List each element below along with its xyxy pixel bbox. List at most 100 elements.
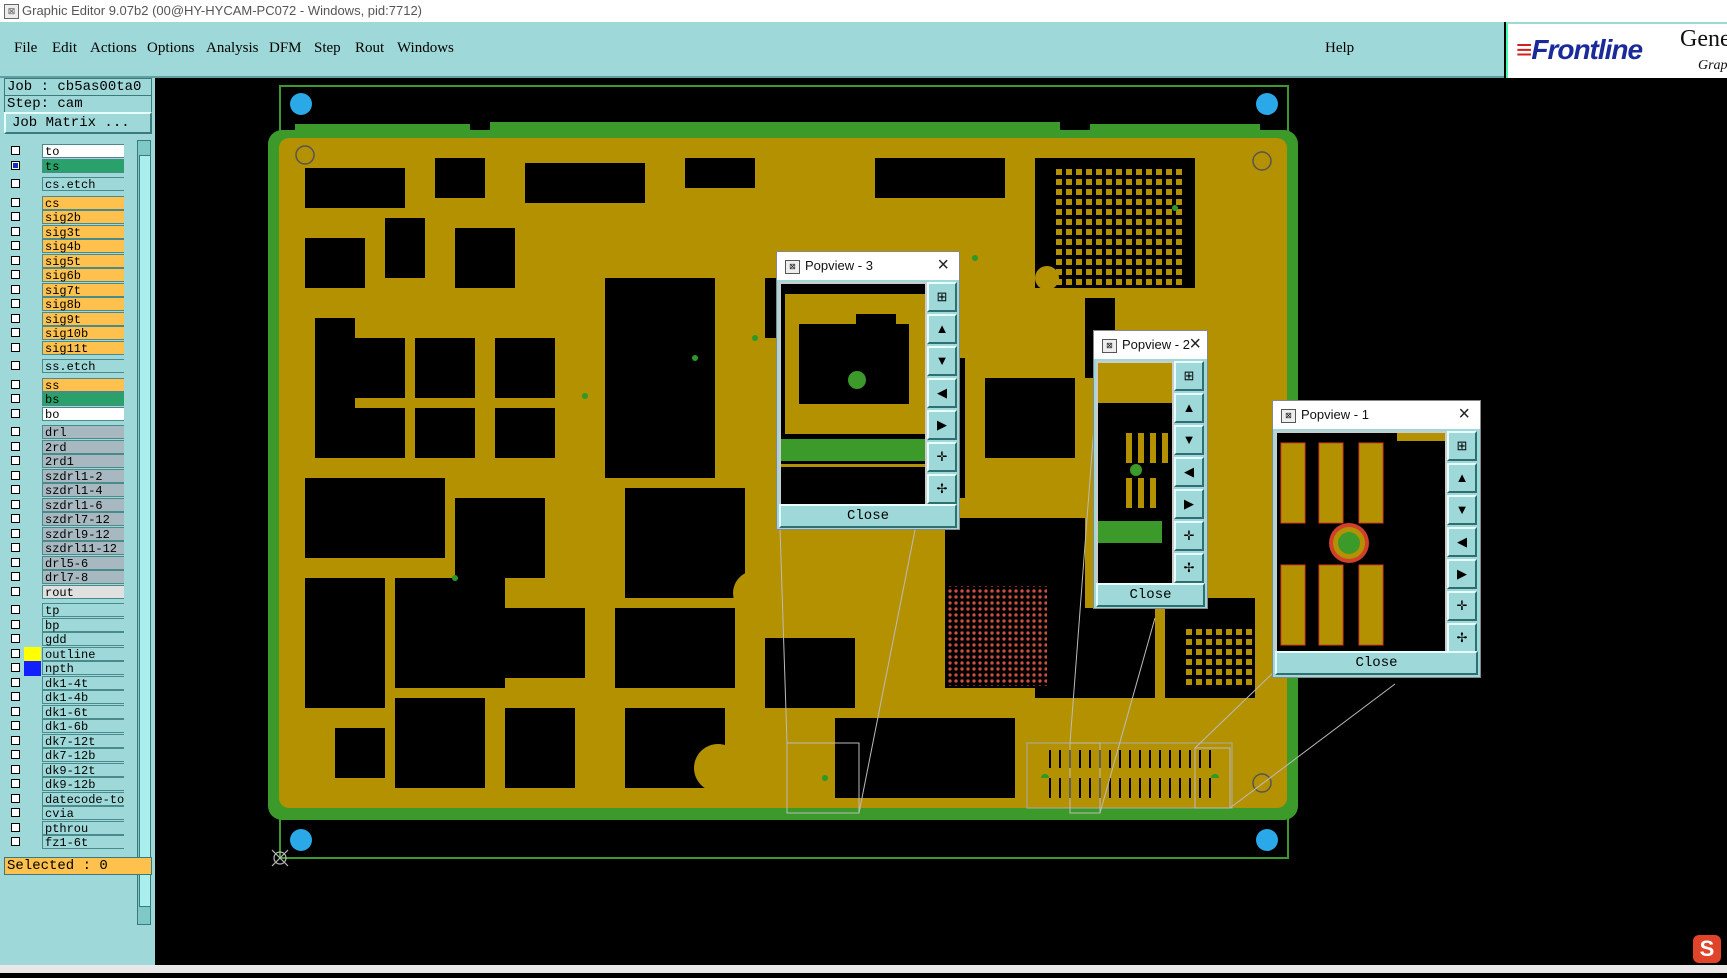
layer-color-swatch[interactable] (24, 821, 41, 836)
layer-name[interactable]: 2rd1 (42, 454, 124, 469)
layer-color-swatch[interactable] (24, 268, 41, 283)
layer-color-swatch[interactable] (24, 676, 41, 691)
pan-right-icon[interactable]: ▶ (1174, 489, 1204, 519)
layer-row-sig4b[interactable]: sig4b (4, 239, 124, 254)
layer-name[interactable]: datecode-to (42, 791, 124, 807)
layer-checkbox[interactable] (11, 793, 20, 803)
layer-checkbox[interactable] (11, 837, 20, 846)
layer-checkbox[interactable] (11, 379, 20, 389)
layer-checkbox[interactable] (11, 212, 20, 221)
layer-row-szdrl9-12[interactable]: szdrl9-12 (4, 526, 124, 542)
layer-color-swatch[interactable] (24, 283, 41, 298)
layer-row-szdrl1-4[interactable]: szdrl1-4 (4, 483, 124, 498)
close-icon[interactable]: × (1189, 333, 1201, 356)
menu-rout[interactable]: Rout (355, 40, 384, 57)
layer-color-swatch[interactable] (24, 603, 41, 618)
layer-row-npth[interactable]: npth (4, 661, 124, 676)
layer-name[interactable]: fz1-6t (42, 835, 124, 850)
layer-checkbox[interactable] (11, 226, 20, 236)
menu-help[interactable]: Help (1325, 40, 1354, 57)
layer-row-gdd[interactable]: gdd (4, 632, 124, 647)
input-method-icon[interactable]: S (1693, 935, 1721, 963)
zoom-out-icon[interactable]: ✢ (1174, 553, 1204, 583)
popview-1-titlebar[interactable]: ⊠ Popview - 1 × (1273, 401, 1480, 429)
menu-analysis[interactable]: Analysis (206, 40, 259, 57)
menu-actions[interactable]: Actions (90, 40, 137, 57)
pan-down-icon[interactable]: ▼ (1447, 495, 1477, 525)
layer-name[interactable]: szdrl7-12 (42, 512, 124, 527)
layer-checkbox[interactable] (11, 605, 20, 614)
layer-color-swatch[interactable] (24, 748, 41, 763)
layer-name[interactable]: dk9-12b (42, 777, 124, 792)
layer-checkbox[interactable] (11, 750, 20, 759)
layer-row-dk1-4t[interactable]: dk1-4t (4, 675, 124, 691)
layer-name[interactable]: szdrl1-6 (42, 497, 124, 513)
layer-name[interactable]: npth (42, 661, 124, 676)
layer-name[interactable]: dk7-12t (42, 733, 124, 749)
layer-checkbox[interactable] (11, 706, 20, 716)
layer-checkbox[interactable] (11, 514, 20, 523)
layer-row-tp[interactable]: tp (4, 603, 124, 618)
layer-checkbox[interactable] (11, 441, 20, 451)
popview-3-close-button[interactable]: Close (779, 504, 957, 528)
pan-right-icon[interactable]: ▶ (927, 410, 957, 440)
layer-row-sig6b[interactable]: sig6b (4, 268, 124, 283)
layer-checkbox[interactable] (11, 543, 20, 552)
menu-windows[interactable]: Windows (397, 40, 454, 57)
popview-1-close-button[interactable]: Close (1275, 651, 1478, 675)
layer-color-swatch[interactable] (24, 512, 41, 527)
layer-name[interactable]: sig2b (42, 210, 124, 225)
layer-name[interactable]: sig5t (42, 253, 124, 269)
layer-color-swatch[interactable] (24, 326, 41, 341)
layer-color-swatch[interactable] (24, 777, 41, 792)
zoom-in-icon[interactable]: ✛ (1447, 591, 1477, 621)
layer-row-bo[interactable]: bo (4, 406, 124, 422)
layer-row-fz1-6t[interactable]: fz1-6t (4, 835, 124, 850)
layer-name[interactable]: sig9t (42, 311, 124, 327)
layer-color-swatch[interactable] (24, 632, 41, 647)
layer-name[interactable]: sig4b (42, 239, 124, 254)
layer-row-szdrl7-12[interactable]: szdrl7-12 (4, 512, 124, 527)
layer-checkbox[interactable] (11, 499, 20, 509)
layer-row-cs.etch[interactable]: cs.etch (4, 177, 124, 192)
layer-row-sig2b[interactable]: sig2b (4, 210, 124, 225)
layer-checkbox[interactable] (11, 764, 20, 774)
layer-checkbox[interactable] (11, 328, 20, 337)
layer-name[interactable]: dk1-4b (42, 690, 124, 705)
popview-3-titlebar[interactable]: ⊠ Popview - 3 × (777, 252, 959, 280)
layer-name[interactable]: tp (42, 603, 124, 618)
layer-color-swatch[interactable] (24, 225, 41, 240)
layer-row-to[interactable]: to (4, 144, 124, 159)
layer-color-swatch[interactable] (24, 792, 41, 807)
layer-name[interactable]: cs.etch (42, 177, 124, 192)
layer-row-outline[interactable]: outline (4, 646, 124, 662)
close-icon[interactable]: × (1458, 403, 1470, 426)
zoom-home-icon[interactable]: ⊞ (1174, 361, 1204, 391)
layer-color-swatch[interactable] (24, 454, 41, 469)
layer-color-swatch[interactable] (24, 297, 41, 312)
layer-row-dk7-12t[interactable]: dk7-12t (4, 733, 124, 749)
layer-color-swatch[interactable] (24, 483, 41, 498)
layer-checkbox[interactable] (11, 721, 20, 730)
layer-row-rout[interactable]: rout (4, 584, 124, 600)
layer-name[interactable]: bp (42, 617, 124, 633)
layer-checkbox[interactable] (11, 485, 20, 494)
layer-checkbox[interactable] (11, 470, 20, 480)
layer-name[interactable]: cvia (42, 806, 124, 821)
layer-color-swatch[interactable] (24, 239, 41, 254)
menu-edit[interactable]: Edit (52, 40, 77, 57)
layer-color-swatch[interactable] (24, 210, 41, 225)
layer-color-swatch[interactable] (24, 734, 41, 749)
layer-row-dk1-6b[interactable]: dk1-6b (4, 719, 124, 734)
zoom-home-icon[interactable]: ⊞ (927, 282, 957, 312)
layer-name[interactable]: drl7-8 (42, 570, 124, 585)
layer-row-cs[interactable]: cs (4, 195, 124, 211)
menu-dfm[interactable]: DFM (269, 40, 302, 57)
layer-checkbox[interactable] (11, 663, 20, 672)
layer-checkbox[interactable] (11, 197, 20, 207)
layer-color-swatch[interactable] (24, 378, 41, 393)
layer-checkbox[interactable] (11, 692, 20, 701)
zoom-in-icon[interactable]: ✛ (1174, 521, 1204, 551)
layer-checkbox[interactable] (11, 408, 20, 418)
pan-up-icon[interactable]: ▲ (1447, 463, 1477, 493)
